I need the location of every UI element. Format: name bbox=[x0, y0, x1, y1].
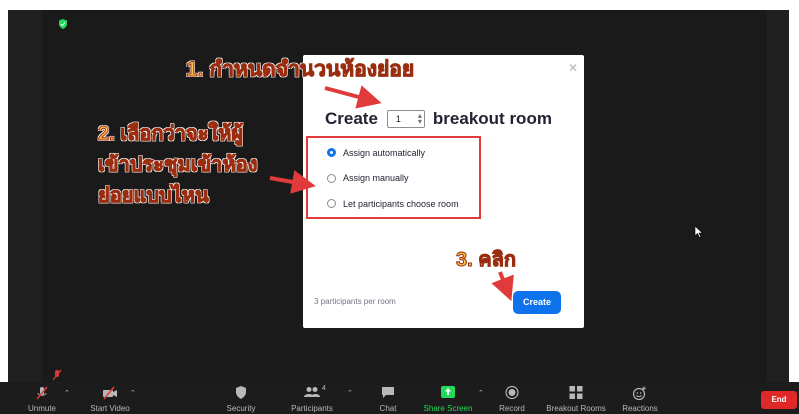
start-video-button[interactable]: Start Video bbox=[82, 382, 138, 414]
participants-icon bbox=[304, 387, 320, 397]
reactions-label: Reactions bbox=[622, 404, 658, 413]
shield-icon bbox=[236, 386, 246, 399]
participants-label: Participants bbox=[291, 404, 333, 413]
chevron-up-icon[interactable]: ⌃ bbox=[478, 389, 484, 397]
chat-label: Chat bbox=[379, 404, 397, 413]
record-button[interactable]: Record bbox=[495, 382, 529, 414]
chevron-up-icon[interactable]: ⌃ bbox=[130, 389, 136, 397]
chevron-up-icon[interactable]: ⌃ bbox=[347, 389, 353, 397]
participants-count: 4 bbox=[322, 385, 326, 392]
breakout-rooms-button[interactable]: Breakout Rooms bbox=[544, 382, 608, 414]
video-camera-off-icon bbox=[103, 386, 117, 400]
reactions-button[interactable]: Reactions bbox=[620, 382, 660, 414]
unmute-button[interactable]: Unmute bbox=[22, 382, 62, 414]
microphone-muted-icon bbox=[36, 386, 48, 400]
record-icon bbox=[505, 386, 519, 399]
breakout-rooms-icon bbox=[569, 386, 583, 399]
record-label: Record bbox=[499, 404, 525, 413]
participants-button[interactable]: 4 Participants bbox=[286, 382, 338, 414]
breakout-rooms-label: Breakout Rooms bbox=[546, 404, 606, 413]
security-label: Security bbox=[226, 404, 256, 413]
annotation-arrows bbox=[269, 85, 514, 302]
chat-button[interactable]: Chat bbox=[371, 382, 405, 414]
arrow-to-create bbox=[491, 271, 514, 302]
share-screen-label: Share Screen bbox=[423, 404, 473, 413]
reactions-smiley-icon bbox=[633, 386, 646, 400]
arrow-to-count bbox=[324, 85, 382, 109]
start-video-label: Start Video bbox=[90, 404, 130, 413]
share-screen-button[interactable]: Share Screen bbox=[420, 382, 476, 414]
unmute-label: Unmute bbox=[27, 404, 56, 413]
meeting-toolbar: Unmute ⌃ Start Video ⌃ Security 4 Partic… bbox=[0, 382, 799, 414]
screenshot-frame: ✕ Create 1 ▴ ▾ breakout room Assign autom… bbox=[0, 0, 799, 414]
share-screen-icon bbox=[441, 386, 455, 398]
chevron-up-icon[interactable]: ⌃ bbox=[64, 389, 70, 397]
security-button[interactable]: Security bbox=[219, 382, 263, 414]
end-meeting-button[interactable]: End bbox=[761, 391, 797, 409]
chat-bubble-icon bbox=[382, 387, 394, 398]
arrow-to-options bbox=[269, 170, 316, 194]
